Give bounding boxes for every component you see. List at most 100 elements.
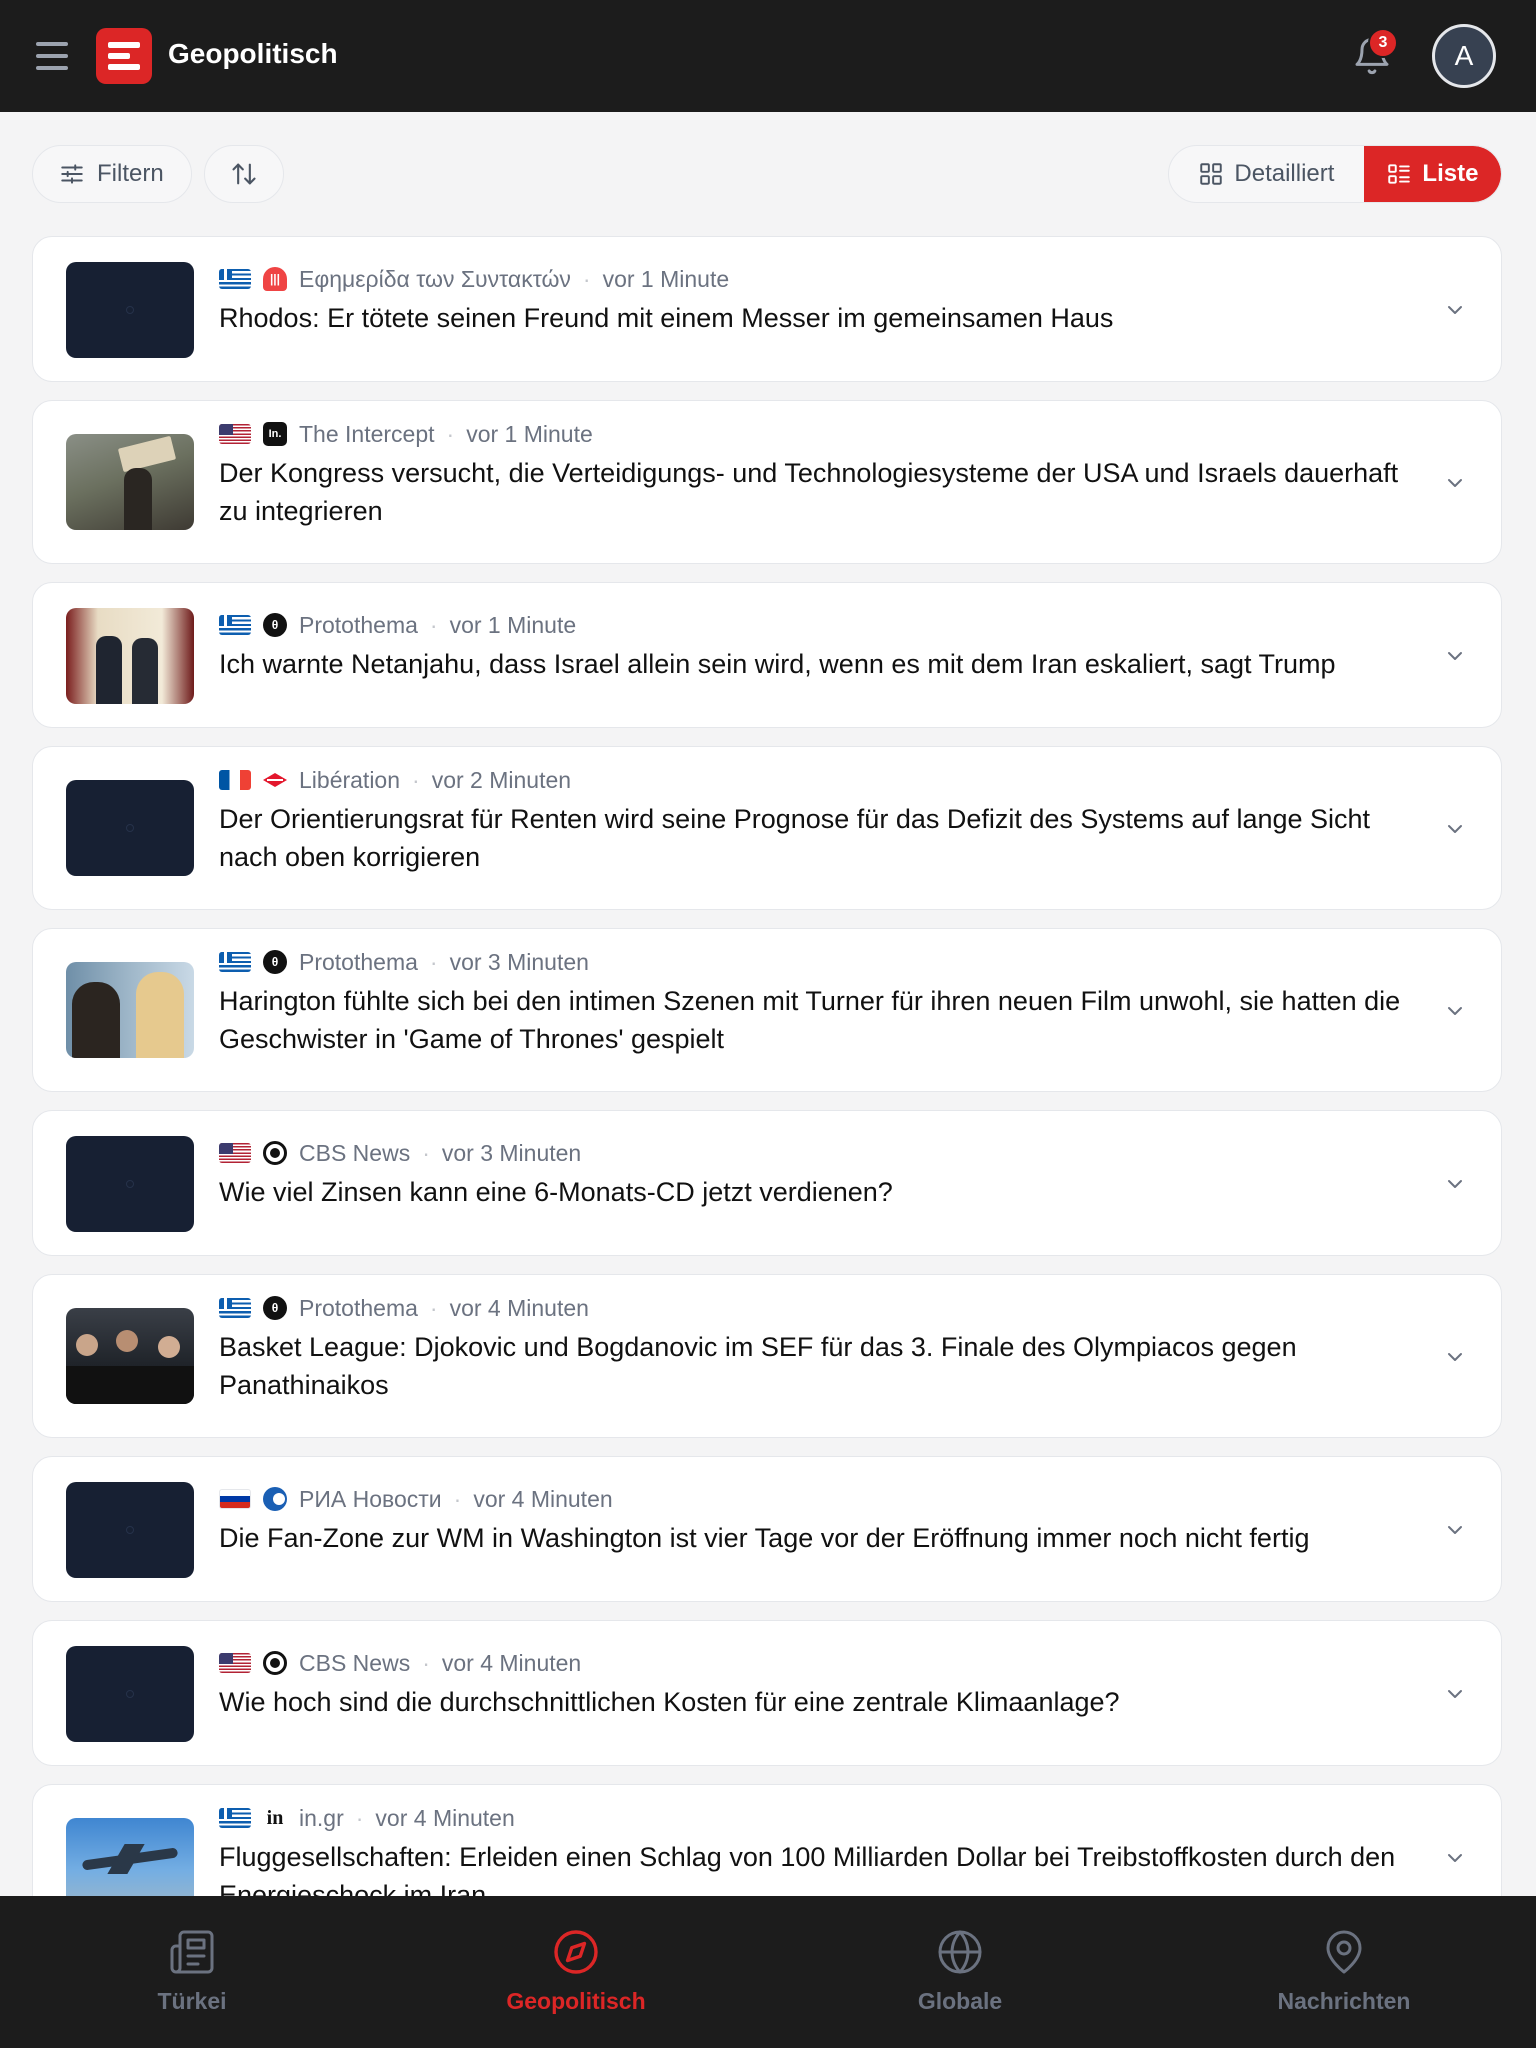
news-card[interactable]: Libération · vor 2 Minuten Der Orientier… bbox=[32, 746, 1502, 910]
view-detailed-label: Detailliert bbox=[1234, 160, 1335, 187]
article-thumbnail-placeholder bbox=[66, 780, 194, 876]
news-card[interactable]: in in.gr · vor 4 Minuten Fluggesellschaf… bbox=[32, 1784, 1502, 1896]
chevron-down-icon[interactable] bbox=[1443, 644, 1467, 668]
nav-label: Geopolitisch bbox=[506, 1988, 646, 2014]
source-name: Protothema bbox=[299, 1294, 418, 1321]
article-headline[interactable]: Der Kongress versucht, die Verteidigungs… bbox=[219, 454, 1419, 530]
sort-arrows-icon bbox=[232, 163, 256, 185]
app-logo[interactable] bbox=[96, 28, 152, 84]
article-headline[interactable]: Harington fühlte sich bei den intimen Sz… bbox=[219, 982, 1419, 1058]
list-icon bbox=[1388, 164, 1411, 184]
source-name: CBS News bbox=[299, 1139, 411, 1166]
greece-flag-icon bbox=[219, 269, 251, 289]
publish-time: vor 1 Minute bbox=[466, 420, 593, 447]
article-headline[interactable]: Wie viel Zinsen kann eine 6-Monats-CD je… bbox=[219, 1173, 1419, 1211]
cbs-eye-logo-icon bbox=[263, 1651, 287, 1675]
article-thumbnail-placeholder bbox=[66, 1482, 194, 1578]
newspaper-icon bbox=[170, 1930, 214, 1974]
cbs-eye-logo-icon bbox=[263, 1141, 287, 1165]
nav-label: Türkei bbox=[157, 1988, 227, 2014]
usa-flag-icon bbox=[219, 424, 251, 444]
news-card[interactable]: θ Protothema · vor 1 Minute Ich warnte N… bbox=[32, 582, 1502, 728]
the-intercept-logo-icon: In. bbox=[263, 422, 287, 446]
greece-flag-icon bbox=[219, 952, 251, 972]
publish-time: vor 2 Minuten bbox=[431, 766, 572, 793]
view-list-option[interactable]: Liste bbox=[1363, 146, 1501, 202]
article-meta: ||| Εφημερίδα των Συντακτών · vor 1 Minu… bbox=[219, 264, 729, 294]
nav-item-globale[interactable]: Globale bbox=[768, 1896, 1152, 2048]
article-meta: in in.gr · vor 4 Minuten bbox=[219, 1803, 515, 1833]
article-headline[interactable]: Wie hoch sind die durchschnittlichen Kos… bbox=[219, 1683, 1419, 1721]
news-card[interactable]: CBS News · vor 3 Minuten Wie viel Zinsen… bbox=[32, 1110, 1502, 1256]
view-list-label: Liste bbox=[1422, 160, 1479, 187]
article-headline[interactable]: Basket League: Djokovic und Bogdanovic i… bbox=[219, 1328, 1419, 1404]
globe-icon bbox=[938, 1930, 982, 1974]
article-headline[interactable]: Fluggesellschaften: Erleiden einen Schla… bbox=[219, 1838, 1419, 1896]
article-meta: Libération · vor 2 Minuten bbox=[219, 765, 571, 795]
article-thumbnail-image bbox=[66, 962, 194, 1058]
grid-icon bbox=[1200, 163, 1223, 185]
publish-time: vor 3 Minuten bbox=[441, 1139, 582, 1166]
view-detailed-option[interactable]: Detailliert bbox=[1169, 146, 1364, 202]
publish-time: vor 4 Minuten bbox=[449, 1294, 589, 1321]
article-meta: CBS News · vor 3 Minuten bbox=[219, 1138, 581, 1168]
nav-label: Nachrichten bbox=[1277, 1988, 1411, 2014]
news-card[interactable]: РИА Новости · vor 4 Minuten Die Fan-Zone… bbox=[32, 1456, 1502, 1602]
greece-flag-icon bbox=[219, 615, 251, 635]
liberation-logo-icon bbox=[263, 768, 287, 792]
news-card[interactable]: ||| Εφημερίδα των Συντακτών · vor 1 Minu… bbox=[32, 236, 1502, 382]
greece-flag-icon bbox=[219, 1298, 251, 1318]
news-card[interactable]: θ Protothema · vor 3 Minuten Harington f… bbox=[32, 928, 1502, 1092]
filter-button[interactable]: Filtern bbox=[32, 145, 192, 203]
article-meta: CBS News · vor 4 Minuten bbox=[219, 1648, 581, 1678]
nav-item-tuerkei[interactable]: Türkei bbox=[0, 1896, 384, 2048]
source-name: in.gr bbox=[299, 1804, 344, 1831]
russia-flag-icon bbox=[219, 1489, 251, 1509]
filter-label: Filtern bbox=[97, 160, 164, 187]
article-thumbnail-placeholder bbox=[66, 1136, 194, 1232]
chevron-down-icon[interactable] bbox=[1443, 817, 1467, 841]
nav-item-geopolitisch[interactable]: Geopolitisch bbox=[384, 1896, 768, 2048]
usa-flag-icon bbox=[219, 1653, 251, 1673]
news-card[interactable]: In. The Intercept · vor 1 Minute Der Kon… bbox=[32, 400, 1502, 564]
publish-time: vor 1 Minute bbox=[602, 265, 730, 292]
chevron-down-icon[interactable] bbox=[1443, 999, 1467, 1023]
article-meta: РИА Новости · vor 4 Minuten bbox=[219, 1484, 613, 1514]
article-headline[interactable]: Die Fan-Zone zur WM in Washington ist vi… bbox=[219, 1519, 1419, 1557]
chevron-down-icon[interactable] bbox=[1443, 298, 1467, 322]
news-card[interactable]: CBS News · vor 4 Minuten Wie hoch sind d… bbox=[32, 1620, 1502, 1766]
news-feed: ||| Εφημερίδα των Συντακτών · vor 1 Minu… bbox=[32, 236, 1502, 1896]
greece-flag-icon bbox=[219, 1808, 251, 1828]
article-headline[interactable]: Der Orientierungsrat für Renten wird sei… bbox=[219, 800, 1419, 876]
article-headline[interactable]: Rhodos: Er tötete seinen Freund mit eine… bbox=[219, 299, 1419, 337]
article-thumbnail-image bbox=[66, 434, 194, 530]
source-name: РИА Новости bbox=[299, 1485, 442, 1512]
publish-time: vor 4 Minuten bbox=[473, 1485, 613, 1512]
app-title: Geopolitisch bbox=[168, 38, 338, 69]
sort-button[interactable] bbox=[204, 145, 284, 203]
chevron-down-icon[interactable] bbox=[1443, 1846, 1467, 1870]
article-meta: θ Protothema · vor 1 Minute bbox=[219, 610, 576, 640]
top-app-bar: Geopolitisch 3 A bbox=[0, 0, 1536, 112]
article-thumbnail-placeholder bbox=[66, 1646, 194, 1742]
article-thumbnail-image bbox=[66, 1308, 194, 1404]
chevron-down-icon[interactable] bbox=[1443, 471, 1467, 495]
nav-item-nachrichten[interactable]: Nachrichten bbox=[1152, 1896, 1536, 2048]
article-meta: θ Protothema · vor 4 Minuten bbox=[219, 1293, 589, 1323]
user-avatar[interactable]: A bbox=[1432, 24, 1496, 88]
article-headline[interactable]: Ich warnte Netanjahu, dass Israel allein… bbox=[219, 645, 1419, 683]
hamburger-menu-icon[interactable] bbox=[34, 36, 70, 76]
news-card[interactable]: θ Protothema · vor 4 Minuten Basket Leag… bbox=[32, 1274, 1502, 1438]
chevron-down-icon[interactable] bbox=[1443, 1345, 1467, 1369]
bottom-navigation: Türkei Geopolitisch Globale Nachrichten bbox=[0, 1896, 1536, 2048]
chevron-down-icon[interactable] bbox=[1443, 1682, 1467, 1706]
chevron-down-icon[interactable] bbox=[1443, 1518, 1467, 1542]
article-thumbnail-image bbox=[66, 1818, 194, 1896]
usa-flag-icon bbox=[219, 1143, 251, 1163]
source-name: CBS News bbox=[299, 1649, 411, 1676]
publish-time: vor 3 Minuten bbox=[449, 948, 589, 975]
source-name: The Intercept bbox=[299, 420, 435, 447]
chevron-down-icon[interactable] bbox=[1443, 1172, 1467, 1196]
notification-count-badge: 3 bbox=[1368, 28, 1398, 58]
source-name: Protothema bbox=[299, 611, 418, 638]
